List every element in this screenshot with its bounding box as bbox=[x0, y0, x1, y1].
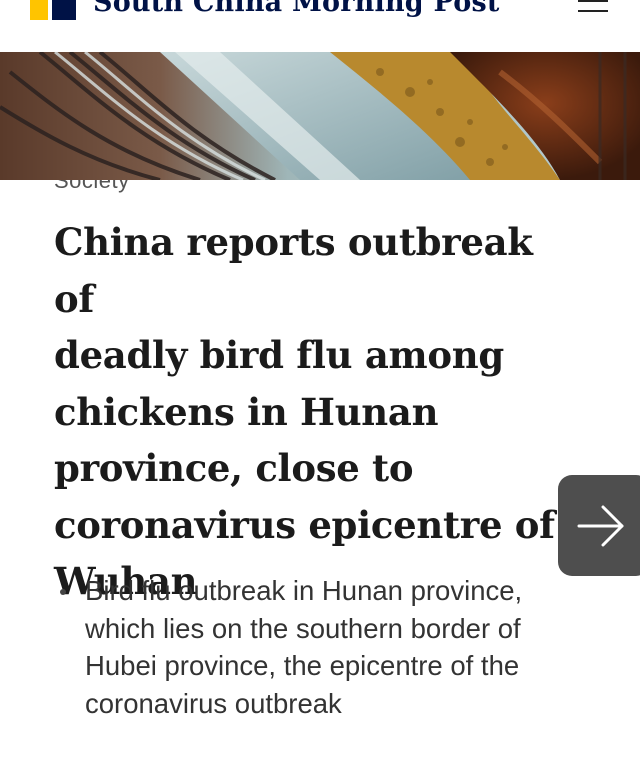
site-header: South China Morning Post bbox=[0, 0, 640, 52]
logo-yellow-block bbox=[30, 0, 48, 20]
headline-line: chickens in Hunan bbox=[54, 389, 439, 434]
article-summary: Bird flu outbreak in Hunan province, whi… bbox=[54, 572, 594, 722]
headline-line: coronavirus epicentre of bbox=[54, 502, 555, 547]
next-article-button[interactable] bbox=[558, 475, 640, 576]
hamburger-menu-icon[interactable] bbox=[576, 0, 612, 20]
summary-point: Bird flu outbreak in Hunan province, whi… bbox=[54, 572, 594, 722]
brand-name[interactable]: South China Morning Post bbox=[93, 0, 500, 18]
scmp-logo-mark[interactable] bbox=[30, 0, 78, 20]
logo-navy-block bbox=[52, 0, 76, 20]
arrow-right-icon bbox=[577, 505, 624, 547]
hero-image bbox=[0, 52, 640, 180]
headline-line: deadly bird flu among bbox=[54, 333, 504, 377]
bullet-icon bbox=[60, 589, 66, 595]
article-headline: China reports outbreak of deadly bird fl… bbox=[54, 214, 584, 610]
headline-line: province, close to bbox=[54, 446, 414, 490]
headline-line: China reports outbreak of bbox=[54, 220, 533, 321]
summary-text: Bird flu outbreak in Hunan province, whi… bbox=[85, 575, 523, 719]
